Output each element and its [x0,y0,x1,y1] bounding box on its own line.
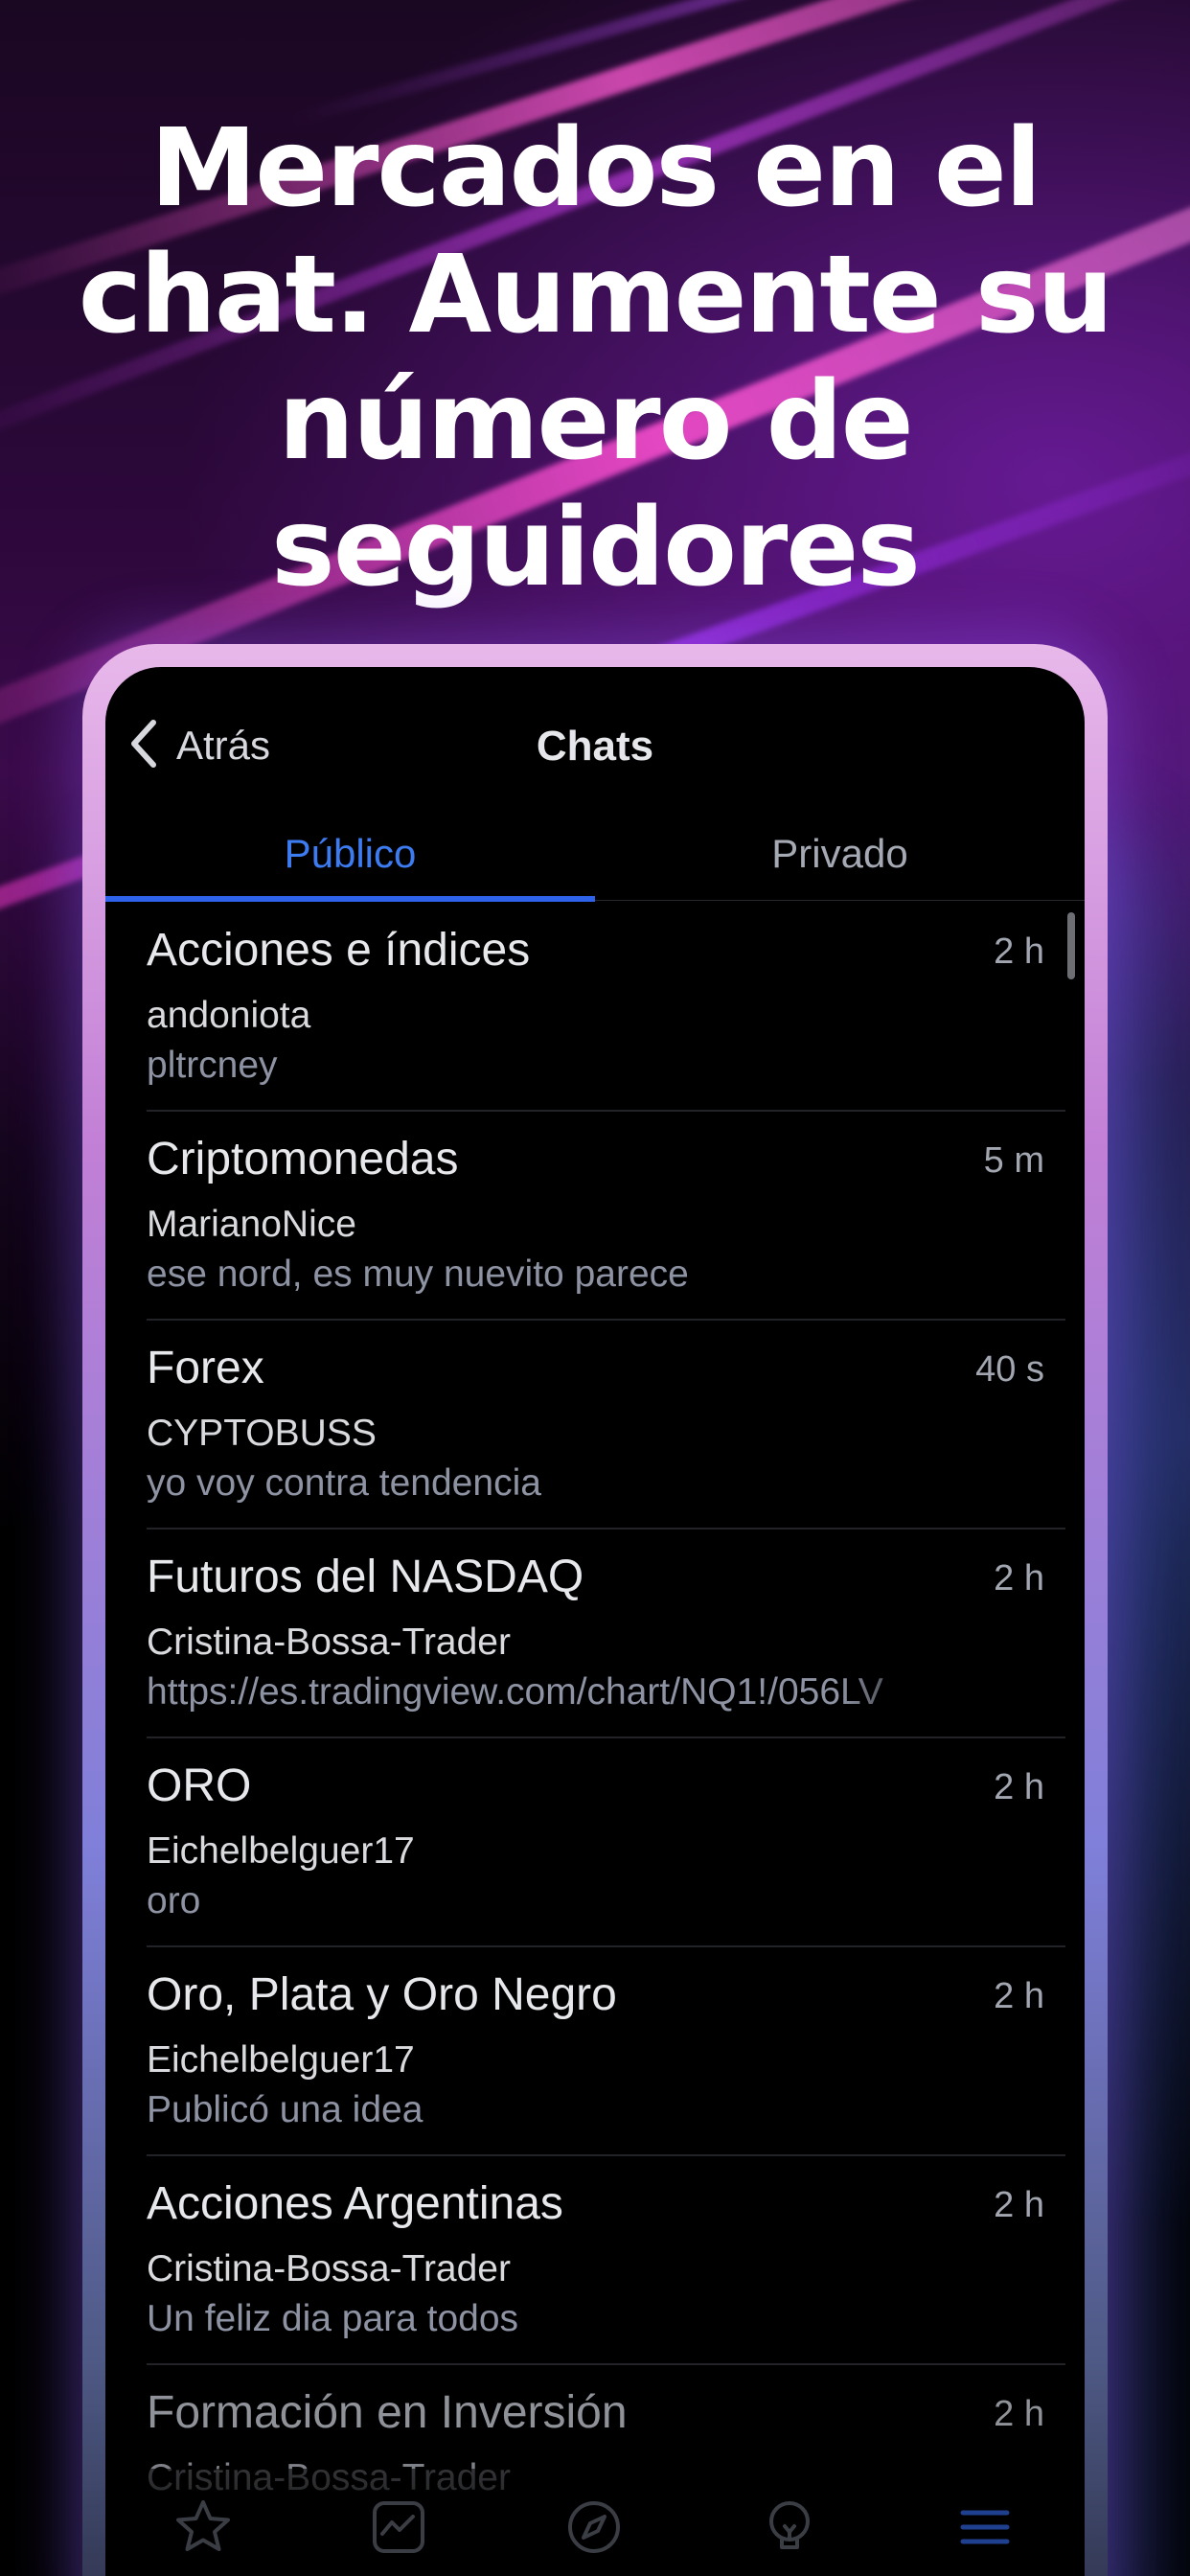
scrollbar[interactable] [1067,912,1075,979]
chat-last-message: ese nord, es muy nuevito parece [147,1254,689,1295]
tab-watchlist[interactable] [105,2497,301,2574]
chat-time: 2 h [994,932,1044,972]
compass-icon [564,2497,624,2574]
chat-row[interactable]: Futuros del NASDAQ 2 h Cristina-Bossa-Tr… [105,1530,1085,1738]
tab-ideas[interactable] [692,2497,887,2574]
chat-last-message: Publicó una idea [147,2089,423,2130]
chat-title: ORO [147,1760,252,1811]
chat-time: 2 h [994,1976,1044,2016]
chat-title: Futuros del NASDAQ [147,1552,584,1602]
chat-last-message: https://es.tradingview.com/chart/NQ1!/05… [147,1671,883,1713]
chat-last-message: yo voy contra tendencia [147,1462,541,1504]
tab-chart[interactable] [301,2497,496,2574]
chat-last-user: Cristina-Bossa-Trader [147,1622,511,1663]
tab-indicator [105,896,595,902]
chat-title: Forex [147,1343,264,1393]
chat-title: Formación en Inversión [147,2387,628,2438]
chat-row[interactable]: Criptomonedas 5 m MarianoNice ese nord, … [105,1112,1085,1321]
chat-title: Acciones e índices [147,925,531,976]
chat-last-message: Un feliz dia para todos [147,2298,519,2339]
chat-tabs: Público Privado [105,807,1085,902]
chat-time: 5 m [983,1140,1044,1181]
chat-title: Acciones Argentinas [147,2178,563,2229]
chat-last-message: oro [147,1880,201,1921]
chat-time: 2 h [994,1558,1044,1598]
chat-title: Criptomonedas [147,1134,459,1184]
chat-time: 2 h [994,2185,1044,2225]
chat-row[interactable]: ORO 2 h Eichelbelguer17 oro [105,1738,1085,1947]
chat-row[interactable]: Forex 40 s CYPTOBUSS yo voy contra tende… [105,1321,1085,1530]
bottom-tab-bar [105,2469,1085,2576]
menu-icon [955,2497,1015,2574]
chat-row[interactable]: Acciones e índices 2 h andoniota pltrcne… [105,903,1085,1112]
tab-explore[interactable] [496,2497,692,2574]
chat-list: Acciones e índices 2 h andoniota pltrcne… [105,903,1085,2574]
chat-last-user: Cristina-Bossa-Trader [147,2248,511,2289]
tab-private[interactable]: Privado [595,807,1085,901]
chat-last-user: Eichelbelguer17 [147,2039,415,2081]
page-title: Chats [536,723,654,770]
chat-last-message: pltrcney [147,1045,278,1086]
lightbulb-icon [760,2497,819,2574]
phone-screen: Atrás Chats Público Privado Acciones e í… [105,667,1085,2576]
chart-icon [369,2497,428,2574]
chat-row[interactable]: Oro, Plata y Oro Negro 2 h Eichelbelguer… [105,1947,1085,2156]
chat-title: Oro, Plata y Oro Negro [147,1969,617,2020]
chat-last-user: MarianoNice [147,1204,356,1245]
tab-public[interactable]: Público [105,807,595,901]
chat-time: 40 s [975,1349,1044,1390]
tab-menu[interactable] [887,2497,1083,2574]
star-icon [173,2497,233,2574]
chat-time: 2 h [994,1767,1044,1807]
promo-headline: Mercados en el chat. Aumente su número d… [78,106,1113,610]
chat-row[interactable]: Acciones Argentinas 2 h Cristina-Bossa-T… [105,2156,1085,2365]
chat-last-user: Eichelbelguer17 [147,1830,415,1872]
chat-time: 2 h [994,2394,1044,2434]
chat-last-user: CYPTOBUSS [147,1413,377,1454]
chat-last-user: andoniota [147,995,311,1036]
